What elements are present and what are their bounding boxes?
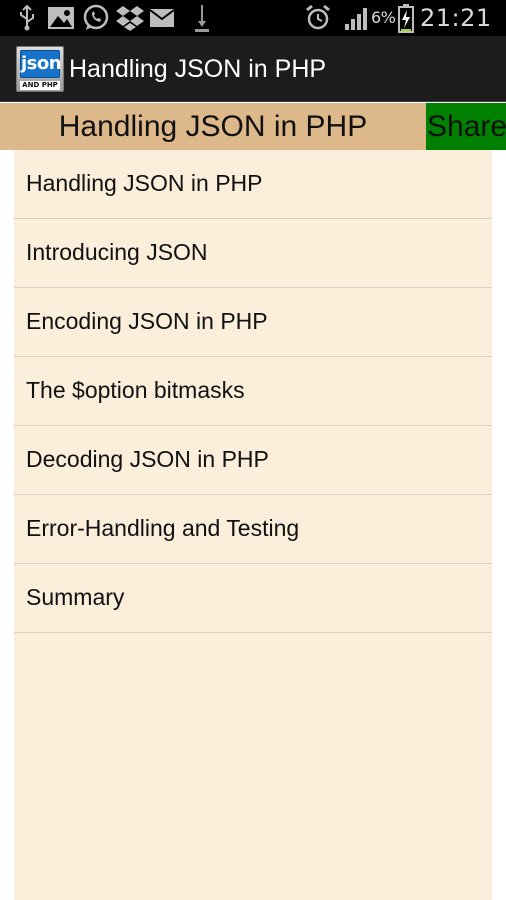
app-logo-text-top: json xyxy=(20,50,62,78)
list-item-error-handling[interactable]: Error-Handling and Testing xyxy=(14,495,492,564)
status-time: 21:21 xyxy=(420,4,492,32)
mail-icon xyxy=(148,0,176,36)
alarm-icon xyxy=(305,0,331,36)
app-title: Handling JSON in PHP xyxy=(69,55,327,83)
app-logo-icon[interactable]: json AND PHP xyxy=(16,46,64,92)
chapter-list: Handling JSON in PHP Introducing JSON En… xyxy=(14,150,492,900)
app-logo-text-bottom: AND PHP xyxy=(20,81,60,90)
gallery-icon xyxy=(46,0,76,36)
list-item-handling-json[interactable]: Handling JSON in PHP xyxy=(14,150,492,219)
whatsapp-icon xyxy=(81,0,111,36)
list-item-decoding-json[interactable]: Decoding JSON in PHP xyxy=(14,426,492,495)
share-button[interactable]: Share xyxy=(426,103,506,150)
list-item-introducing-json[interactable]: Introducing JSON xyxy=(14,219,492,288)
signal-icon xyxy=(343,0,371,36)
action-bar: json AND PHP Handling JSON in PHP xyxy=(0,36,506,102)
header-strip: Handling JSON in PHP Share xyxy=(0,103,506,150)
usb-icon xyxy=(16,0,38,36)
list-item-encoding-json[interactable]: Encoding JSON in PHP xyxy=(14,288,492,357)
page-title: Handling JSON in PHP xyxy=(58,110,368,143)
list-item-option-bitmasks[interactable]: The $option bitmasks xyxy=(14,357,492,426)
dropbox-icon xyxy=(114,0,146,36)
battery-percent: 6% xyxy=(371,8,396,27)
download-icon xyxy=(192,0,212,36)
list-item-summary[interactable]: Summary xyxy=(14,564,492,633)
status-bar: 6% 21:21 xyxy=(0,0,506,36)
battery-charging-icon xyxy=(397,0,415,36)
